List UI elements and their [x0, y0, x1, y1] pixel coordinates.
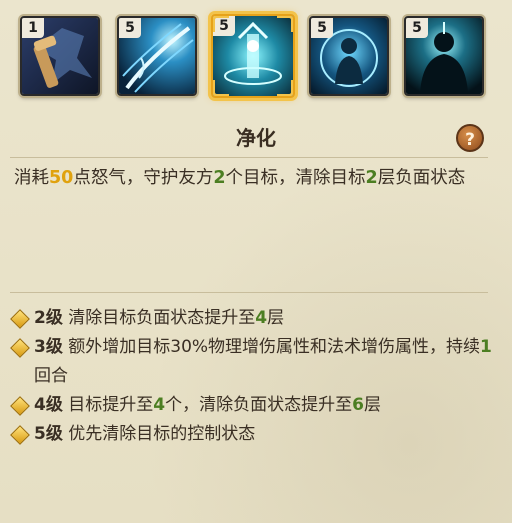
diamond-bullet-icon [10, 309, 30, 329]
upgrade-text: 层 [363, 395, 381, 415]
skill-level-badge: 1 [22, 18, 44, 38]
skill-bar: 1 5 5 5 5 [0, 0, 512, 105]
upgrade-text: 目标提升至 [62, 395, 154, 415]
upgrade-text: 个，清除负面状态提升至 [165, 395, 353, 415]
upgrade-text: 层 [267, 308, 285, 328]
upgrade-number: 6 [352, 395, 364, 415]
diamond-bullet-icon [10, 396, 30, 416]
upgrade-level: 4级 [34, 395, 63, 415]
selection-corner [213, 80, 229, 96]
upgrade-text: 额外增加目标30%物理增伤属性和法术增伤属性，持续 [62, 337, 481, 357]
skill-slot-2[interactable]: 5 [117, 16, 197, 96]
upgrade-text: 清除目标负面状态提升至 [62, 308, 256, 328]
skill-level-badge: 5 [406, 18, 428, 38]
target-count: 2 [213, 168, 226, 188]
desc-text: 点怒气，守护友方 [73, 168, 214, 188]
upgrade-item-2: 2级 清除目标负面状态提升至4层 [8, 304, 498, 333]
diamond-bullet-icon [10, 425, 30, 445]
selection-corner [277, 80, 293, 96]
rage-cost: 50 [49, 168, 74, 188]
skill-title: 净化 [236, 126, 276, 150]
skill-slot-3-selected[interactable]: 5 [211, 14, 295, 98]
upgrade-text: 回合 [34, 366, 68, 386]
desc-text: 个目标，清除目标 [225, 168, 366, 188]
upgrade-level: 2级 [34, 308, 63, 328]
divider [10, 157, 488, 158]
upgrade-item-4: 4级 目标提升至4个，清除负面状态提升至6层 [8, 391, 498, 420]
skill-level-badge: 5 [311, 18, 333, 38]
divider [10, 292, 488, 293]
selection-corner [213, 16, 229, 32]
skill-slot-1[interactable]: 1 [20, 16, 100, 96]
layer-count: 2 [365, 168, 378, 188]
selection-corner [277, 16, 293, 32]
upgrade-number: 4 [153, 395, 166, 415]
upgrade-item-3: 3级 额外增加目标30%物理增伤属性和法术增伤属性，持续1 回合 [8, 333, 498, 391]
help-icon[interactable]: ? [456, 124, 484, 152]
upgrade-list: 2级 清除目标负面状态提升至4层 3级 额外增加目标30%物理增伤属性和法术增伤… [8, 304, 498, 449]
desc-text: 消耗 [14, 168, 49, 188]
skill-description: 消耗50点怒气，守护友方2个目标，清除目标2层负面状态 [14, 164, 484, 193]
skill-level-badge: 5 [119, 18, 141, 38]
skill-detail-panel: 1 5 5 5 5 净化 ? 消耗50点怒气，守护友方2个目标，清除目标2层负面… [0, 0, 512, 523]
upgrade-item-5: 5级 优先清除目标的控制状态 [8, 420, 498, 449]
upgrade-text: 优先清除目标的控制状态 [62, 424, 256, 444]
upgrade-number: 4 [255, 308, 268, 328]
upgrade-level: 3级 [34, 337, 63, 357]
upgrade-level: 5级 [34, 424, 63, 444]
diamond-bullet-icon [10, 338, 30, 358]
skill-slot-5[interactable]: 5 [404, 16, 484, 96]
upgrade-number: 1 [480, 337, 492, 357]
desc-text: 层负面状态 [377, 168, 466, 188]
skill-slot-4[interactable]: 5 [309, 16, 389, 96]
